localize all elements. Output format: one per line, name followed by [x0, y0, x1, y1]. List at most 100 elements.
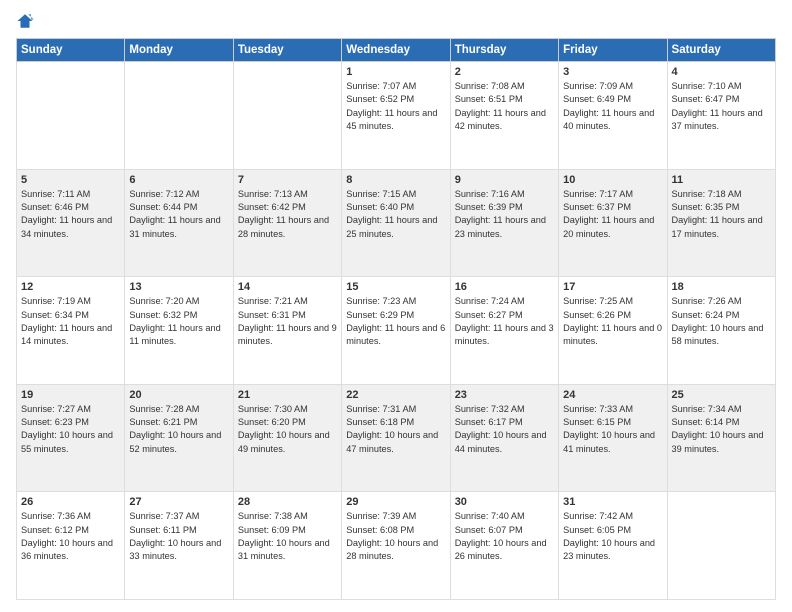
week-row-1: 1 Sunrise: 7:07 AMSunset: 6:52 PMDaylight…	[17, 62, 776, 170]
calendar-page: SundayMondayTuesdayWednesdayThursdayFrid…	[0, 0, 792, 612]
week-row-5: 26 Sunrise: 7:36 AMSunset: 6:12 PMDayligh…	[17, 492, 776, 600]
day-number: 24	[563, 389, 662, 401]
day-cell: 6 Sunrise: 7:12 AMSunset: 6:44 PMDaylight…	[125, 169, 233, 277]
day-number: 1	[346, 66, 445, 78]
day-info: Sunrise: 7:38 AMSunset: 6:09 PMDaylight:…	[238, 510, 337, 563]
day-info: Sunrise: 7:26 AMSunset: 6:24 PMDaylight:…	[672, 295, 771, 348]
day-cell: 3 Sunrise: 7:09 AMSunset: 6:49 PMDaylight…	[559, 62, 667, 170]
day-cell: 26 Sunrise: 7:36 AMSunset: 6:12 PMDayligh…	[17, 492, 125, 600]
day-cell: 29 Sunrise: 7:39 AMSunset: 6:08 PMDayligh…	[342, 492, 450, 600]
day-number: 2	[455, 66, 554, 78]
day-cell: 25 Sunrise: 7:34 AMSunset: 6:14 PMDayligh…	[667, 384, 775, 492]
day-info: Sunrise: 7:27 AMSunset: 6:23 PMDaylight:…	[21, 403, 120, 456]
day-number: 19	[21, 389, 120, 401]
week-row-2: 5Sunrise: 7:11 AMSunset: 6:46 PMDaylight…	[17, 169, 776, 277]
day-number: 21	[238, 389, 337, 401]
weekday-header-thursday: Thursday	[450, 39, 558, 62]
day-info: Sunrise: 7:12 AMSunset: 6:44 PMDaylight:…	[129, 188, 228, 241]
day-number: 14	[238, 281, 337, 293]
day-info: Sunrise: 7:17 AMSunset: 6:37 PMDaylight:…	[563, 188, 662, 241]
day-cell	[125, 62, 233, 170]
day-cell: 18 Sunrise: 7:26 AMSunset: 6:24 PMDayligh…	[667, 277, 775, 385]
weekday-header-saturday: Saturday	[667, 39, 775, 62]
weekday-header-monday: Monday	[125, 39, 233, 62]
day-info: Sunrise: 7:13 AMSunset: 6:42 PMDaylight:…	[238, 188, 337, 241]
day-info: Sunrise: 7:25 AMSunset: 6:26 PMDaylight:…	[563, 295, 662, 348]
day-info: Sunrise: 7:37 AMSunset: 6:11 PMDaylight:…	[129, 510, 228, 563]
logo-icon	[16, 12, 34, 30]
day-cell: 5Sunrise: 7:11 AMSunset: 6:46 PMDaylight…	[17, 169, 125, 277]
day-cell: 17Sunrise: 7:25 AMSunset: 6:26 PMDayligh…	[559, 277, 667, 385]
day-info: Sunrise: 7:34 AMSunset: 6:14 PMDaylight:…	[672, 403, 771, 456]
day-cell: 15Sunrise: 7:23 AMSunset: 6:29 PMDayligh…	[342, 277, 450, 385]
day-cell: 16Sunrise: 7:24 AMSunset: 6:27 PMDayligh…	[450, 277, 558, 385]
day-number: 27	[129, 496, 228, 508]
day-cell	[17, 62, 125, 170]
day-number: 26	[21, 496, 120, 508]
day-info: Sunrise: 7:33 AMSunset: 6:15 PMDaylight:…	[563, 403, 662, 456]
day-cell	[667, 492, 775, 600]
day-number: 18	[672, 281, 771, 293]
day-info: Sunrise: 7:39 AMSunset: 6:08 PMDaylight:…	[346, 510, 445, 563]
day-cell: 9Sunrise: 7:16 AMSunset: 6:39 PMDaylight…	[450, 169, 558, 277]
day-info: Sunrise: 7:36 AMSunset: 6:12 PMDaylight:…	[21, 510, 120, 563]
day-number: 23	[455, 389, 554, 401]
day-cell: 19 Sunrise: 7:27 AMSunset: 6:23 PMDayligh…	[17, 384, 125, 492]
logo	[16, 12, 38, 30]
day-number: 3	[563, 66, 662, 78]
day-cell: 21 Sunrise: 7:30 AMSunset: 6:20 PMDayligh…	[233, 384, 341, 492]
day-number: 16	[455, 281, 554, 293]
day-info: Sunrise: 7:28 AMSunset: 6:21 PMDaylight:…	[129, 403, 228, 456]
day-info: Sunrise: 7:15 AMSunset: 6:40 PMDaylight:…	[346, 188, 445, 241]
day-info: Sunrise: 7:07 AMSunset: 6:52 PMDaylight:…	[346, 80, 445, 133]
day-number: 20	[129, 389, 228, 401]
header	[16, 12, 776, 30]
day-info: Sunrise: 7:31 AMSunset: 6:18 PMDaylight:…	[346, 403, 445, 456]
weekday-header-friday: Friday	[559, 39, 667, 62]
day-info: Sunrise: 7:32 AMSunset: 6:17 PMDaylight:…	[455, 403, 554, 456]
day-cell: 11Sunrise: 7:18 AMSunset: 6:35 PMDayligh…	[667, 169, 775, 277]
weekday-header-tuesday: Tuesday	[233, 39, 341, 62]
day-info: Sunrise: 7:20 AMSunset: 6:32 PMDaylight:…	[129, 295, 228, 348]
day-cell: 20 Sunrise: 7:28 AMSunset: 6:21 PMDayligh…	[125, 384, 233, 492]
day-number: 25	[672, 389, 771, 401]
day-number: 12	[21, 281, 120, 293]
day-number: 15	[346, 281, 445, 293]
day-info: Sunrise: 7:40 AMSunset: 6:07 PMDaylight:…	[455, 510, 554, 563]
day-number: 28	[238, 496, 337, 508]
day-info: Sunrise: 7:19 AMSunset: 6:34 PMDaylight:…	[21, 295, 120, 348]
day-cell: 10 Sunrise: 7:17 AMSunset: 6:37 PMDayligh…	[559, 169, 667, 277]
day-cell: 4 Sunrise: 7:10 AMSunset: 6:47 PMDaylight…	[667, 62, 775, 170]
day-number: 29	[346, 496, 445, 508]
day-cell: 13Sunrise: 7:20 AMSunset: 6:32 PMDayligh…	[125, 277, 233, 385]
day-cell: 31 Sunrise: 7:42 AMSunset: 6:05 PMDayligh…	[559, 492, 667, 600]
day-number: 30	[455, 496, 554, 508]
day-info: Sunrise: 7:30 AMSunset: 6:20 PMDaylight:…	[238, 403, 337, 456]
day-number: 6	[129, 174, 228, 186]
week-row-4: 19 Sunrise: 7:27 AMSunset: 6:23 PMDayligh…	[17, 384, 776, 492]
day-info: Sunrise: 7:21 AMSunset: 6:31 PMDaylight:…	[238, 295, 337, 348]
day-number: 10	[563, 174, 662, 186]
day-cell: 12 Sunrise: 7:19 AMSunset: 6:34 PMDayligh…	[17, 277, 125, 385]
weekday-header-row: SundayMondayTuesdayWednesdayThursdayFrid…	[17, 39, 776, 62]
day-cell: 30 Sunrise: 7:40 AMSunset: 6:07 PMDayligh…	[450, 492, 558, 600]
day-cell: 8 Sunrise: 7:15 AMSunset: 6:40 PMDaylight…	[342, 169, 450, 277]
day-cell: 28 Sunrise: 7:38 AMSunset: 6:09 PMDayligh…	[233, 492, 341, 600]
day-cell: 14 Sunrise: 7:21 AMSunset: 6:31 PMDayligh…	[233, 277, 341, 385]
day-number: 8	[346, 174, 445, 186]
day-number: 4	[672, 66, 771, 78]
day-info: Sunrise: 7:08 AMSunset: 6:51 PMDaylight:…	[455, 80, 554, 133]
week-row-3: 12 Sunrise: 7:19 AMSunset: 6:34 PMDayligh…	[17, 277, 776, 385]
day-number: 5	[21, 174, 120, 186]
weekday-header-sunday: Sunday	[17, 39, 125, 62]
weekday-header-wednesday: Wednesday	[342, 39, 450, 62]
day-info: Sunrise: 7:42 AMSunset: 6:05 PMDaylight:…	[563, 510, 662, 563]
day-info: Sunrise: 7:10 AMSunset: 6:47 PMDaylight:…	[672, 80, 771, 133]
day-cell: 27 Sunrise: 7:37 AMSunset: 6:11 PMDayligh…	[125, 492, 233, 600]
day-info: Sunrise: 7:09 AMSunset: 6:49 PMDaylight:…	[563, 80, 662, 133]
day-number: 31	[563, 496, 662, 508]
day-number: 11	[672, 174, 771, 186]
calendar-table: SundayMondayTuesdayWednesdayThursdayFrid…	[16, 38, 776, 600]
day-cell: 22Sunrise: 7:31 AMSunset: 6:18 PMDayligh…	[342, 384, 450, 492]
day-cell: 7Sunrise: 7:13 AMSunset: 6:42 PMDaylight…	[233, 169, 341, 277]
